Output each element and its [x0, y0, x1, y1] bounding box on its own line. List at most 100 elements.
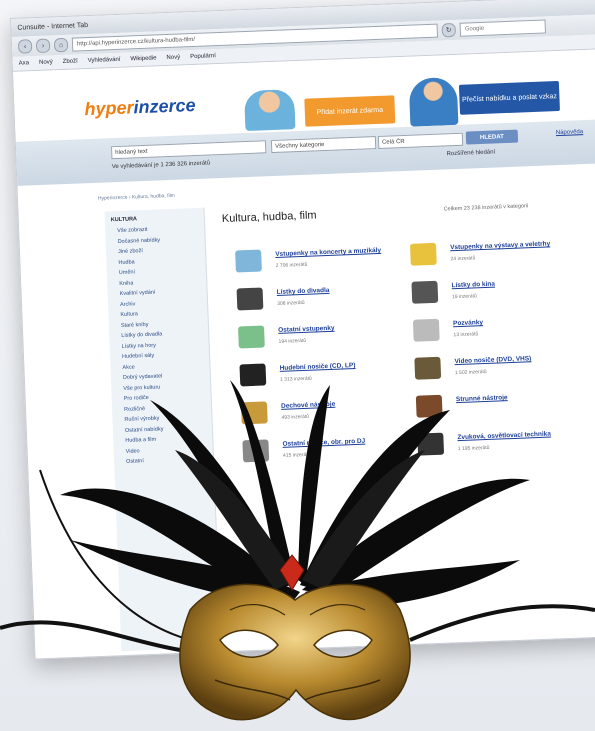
category-image-icon: [414, 356, 442, 380]
sidebar-item[interactable]: Rozličné: [124, 403, 205, 413]
sidebar-item[interactable]: Hudební sály: [122, 351, 203, 360]
category-tile[interactable]: Vstupenky na koncerty a muzikály 2 706 in…: [235, 244, 406, 279]
sidebar-item[interactable]: Pro rodiče: [124, 393, 205, 402]
category-count: 2 706 inzerátů: [275, 261, 308, 269]
bookmark-item[interactable]: Nový: [39, 59, 53, 66]
bookmark-item[interactable]: Nový: [166, 54, 180, 61]
refresh-icon[interactable]: ↻: [441, 22, 457, 38]
category-image-icon: [409, 242, 437, 266]
category-tile[interactable]: Ostatní nosiče, obr. pro DJ 415 inzerátů: [242, 434, 413, 469]
category-tile[interactable]: Strunné nástroje: [415, 389, 587, 424]
category-image-icon: [417, 432, 445, 456]
sidebar-item[interactable]: Hudba: [118, 256, 199, 266]
sidebar-item[interactable]: Ostatní: [126, 456, 207, 465]
category-link[interactable]: Vstupenky na výstavy a veletrhy: [450, 239, 580, 251]
sidebar-item[interactable]: Jiné zboží: [118, 246, 199, 255]
back-icon[interactable]: ‹: [17, 39, 33, 54]
category-sidebar: KULTURA Vše zobrazit Dočasné nabídky Jiné …: [104, 207, 222, 652]
category-count: 13 inzerátů: [453, 331, 479, 339]
category-image-icon: [411, 280, 439, 304]
sidebar-item[interactable]: Video: [126, 445, 207, 455]
add-listing-button[interactable]: Přidat inzerát zdarma: [304, 95, 396, 127]
category-count: 19 inzerátů: [451, 293, 477, 301]
browser-search-input[interactable]: Google: [459, 19, 546, 37]
bookmark-item[interactable]: Wikipedie: [130, 55, 156, 62]
sidebar-item[interactable]: Kniha: [119, 277, 200, 287]
category-tile[interactable]: Lístky do kina 19 inzerátů: [411, 275, 582, 310]
help-link[interactable]: Nápověda: [556, 129, 584, 136]
sidebar-item[interactable]: Akce: [122, 361, 203, 370]
category-image-icon: [236, 287, 264, 311]
category-link[interactable]: Hudební nosiče (CD, LP): [280, 360, 410, 372]
category-link[interactable]: Lístky do kina: [451, 277, 581, 290]
category-select[interactable]: Všechny kategorie: [270, 136, 377, 154]
category-image-icon: [412, 318, 440, 342]
category-count: 194 inzerátů: [278, 337, 307, 345]
category-link[interactable]: Vstupenky na koncerty a muzikály: [275, 246, 405, 258]
category-link[interactable]: Pozvánky: [453, 315, 583, 327]
sidebar-item[interactable]: Kultura: [120, 309, 201, 318]
bookmark-item[interactable]: Zboží: [63, 58, 78, 65]
category-count: 308 inzerátů: [277, 299, 305, 307]
sidebar-item[interactable]: Dočasné nabídky: [118, 235, 199, 245]
category-count: 415 inzerátů: [282, 451, 311, 459]
category-image-icon: [415, 394, 443, 418]
sidebar-item[interactable]: Archiv: [120, 298, 201, 308]
home-icon[interactable]: ⌂: [53, 37, 69, 53]
sidebar-item[interactable]: Ostatní nabídky: [125, 424, 206, 433]
region-select[interactable]: Celá ČR: [377, 132, 464, 149]
sidebar-item[interactable]: Ruční výrobky: [124, 414, 205, 423]
category-tile[interactable]: Pozvánky 13 inzerátů: [412, 313, 584, 348]
category-tile[interactable]: Video nosiče (DVD, VHS) 1 502 inzerátů: [414, 351, 585, 386]
forward-icon[interactable]: ›: [35, 38, 51, 54]
category-tile[interactable]: Zvuková, osvětlovací technika 1 195 inzer…: [417, 427, 588, 462]
sidebar-item[interactable]: Dobrý vydavatel: [123, 372, 204, 381]
category-count: 24 inzerátů: [450, 255, 476, 263]
bookmark-item[interactable]: Axa: [19, 60, 30, 66]
sidebar-item[interactable]: Vše zobrazit: [117, 225, 198, 234]
sidebar-item[interactable]: Lístky do divadla: [121, 330, 202, 339]
advanced-search-link[interactable]: Rozšířené hledání: [446, 149, 495, 157]
category-tile[interactable]: Hudební nosiče (CD, LP) 1 313 inzerátů: [239, 358, 410, 393]
sidebar-item[interactable]: Kvalitní vydání: [120, 288, 201, 297]
category-link[interactable]: Lístky do divadla: [277, 284, 407, 296]
promo-button[interactable]: Přečíst nabídku a poslat vzkaz: [458, 80, 560, 115]
window-title: Ϲunsuite - Internet Tab: [17, 21, 89, 32]
breadcrumb[interactable]: Hyperinzerce › Kultura, hudba, film: [98, 193, 175, 202]
listing-count: Ve vyhledávání je 1 236 326 inzerátů: [111, 160, 211, 171]
category-count: 1 195 inzerátů: [457, 444, 490, 453]
sidebar-item[interactable]: Vše pro kulturu: [123, 382, 204, 391]
category-image-icon: [235, 249, 262, 273]
category-image-icon: [240, 401, 268, 425]
category-tile[interactable]: Ostatní vstupenky 194 inzerátů: [238, 320, 409, 355]
category-link[interactable]: Ostatní vstupenky: [278, 322, 408, 334]
search-input[interactable]: hledaný text: [110, 140, 267, 160]
banner-person-image: [243, 89, 296, 132]
category-image-icon: [242, 439, 270, 463]
site-logo[interactable]: hyperinzerce: [84, 95, 196, 120]
screen-monitor: Ϲunsuite - Internet Tab ‹ › ⌂ http://api…: [10, 0, 595, 660]
category-count: 493 inzerátů: [281, 413, 310, 421]
bookmark-item[interactable]: Populární: [190, 53, 216, 60]
sidebar-item[interactable]: Hudba a film: [125, 435, 206, 444]
main-content: Kultura, hudba, film Celkem 23 238 inzer…: [213, 192, 595, 647]
category-tile[interactable]: Vstupenky na výstavy a veletrhy 24 inzerá…: [409, 237, 581, 272]
category-tile[interactable]: Lístky do divadla 308 inzerátů: [236, 282, 408, 317]
page-subtitle: Celkem 23 238 inzerátů v kategorii: [443, 203, 529, 213]
sidebar-item[interactable]: Staré knihy: [121, 319, 202, 328]
category-link[interactable]: Video nosiče (DVD, VHS): [454, 353, 584, 365]
sidebar-heading: KULTURA: [110, 216, 138, 224]
category-image-icon: [238, 325, 265, 349]
category-link[interactable]: Dechové nástroje: [281, 398, 411, 410]
category-link[interactable]: Ostatní nosiče, obr. pro DJ: [282, 436, 412, 448]
category-count: 1 313 inzerátů: [279, 375, 312, 383]
category-link[interactable]: Strunné nástroje: [456, 391, 586, 403]
category-tile[interactable]: Dechové nástroje 493 inzerátů: [240, 396, 412, 431]
sidebar-item[interactable]: Lístky na hory: [122, 340, 203, 349]
category-image-icon: [239, 363, 267, 387]
bookmark-item[interactable]: Vyhledávání: [88, 57, 121, 64]
sidebar-item[interactable]: Umění: [119, 267, 200, 276]
search-button[interactable]: HLEDAT: [465, 129, 519, 145]
category-link[interactable]: Zvuková, osvětlovací technika: [457, 429, 587, 442]
banner-worker-image: [408, 76, 459, 127]
